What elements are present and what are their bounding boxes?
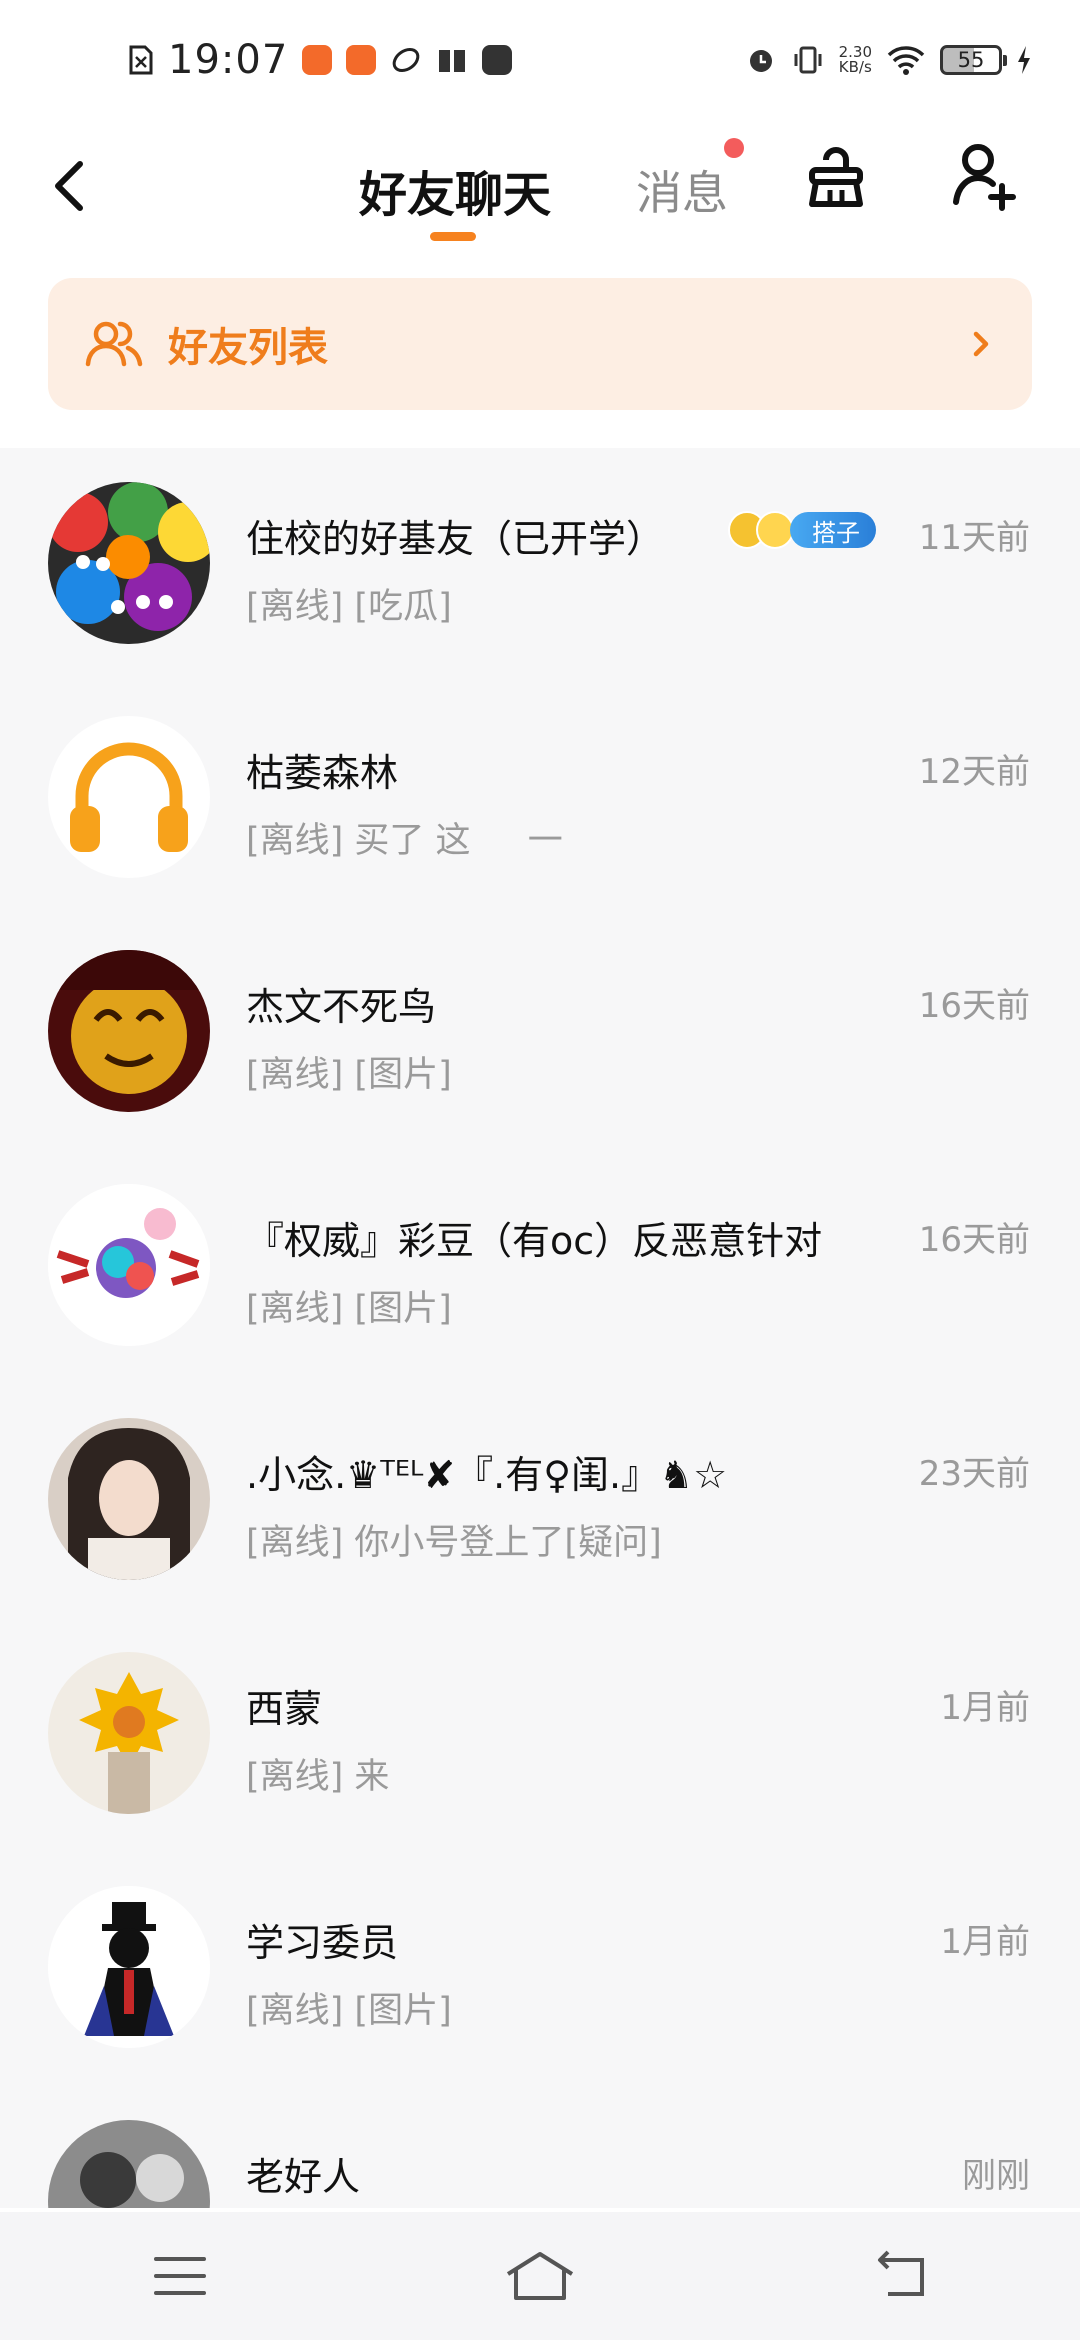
chat-item[interactable]: .小念.♛ᵀᴱᴸ✘『.有♀闺.』♞☆ 23天前 [离线] 你小号登上了[疑问] bbox=[0, 1384, 1080, 1618]
chat-time: 1月前 bbox=[940, 1922, 1030, 1962]
avatar bbox=[48, 1184, 210, 1346]
vivo-icon bbox=[482, 45, 513, 75]
avatar bbox=[48, 482, 210, 644]
recents-button[interactable] bbox=[140, 2236, 220, 2316]
headphones-icon bbox=[70, 742, 188, 852]
chat-preview: [离线] 来 bbox=[246, 1757, 390, 1797]
avatar bbox=[48, 1652, 210, 1814]
chat-time: 23天前 bbox=[918, 1454, 1030, 1494]
chat-name: 老好人 bbox=[246, 2155, 361, 2199]
network-speed: 2.30 KB/s bbox=[838, 43, 872, 76]
header: 好友聊天 消息 bbox=[0, 120, 1080, 270]
chat-time: 刚刚 bbox=[962, 2156, 1030, 2196]
back-nav-button[interactable] bbox=[860, 2236, 940, 2316]
chat-preview: [离线] 你小号登上了[疑问] bbox=[246, 1523, 662, 1563]
clear-unread-button[interactable] bbox=[796, 138, 876, 218]
book-icon bbox=[439, 50, 466, 72]
chat-name: 学习委员 bbox=[246, 1921, 399, 1965]
friend-list-entry[interactable]: 好友列表 bbox=[48, 278, 1032, 410]
status-bar: 19:07 2.30 KB/s 55 bbox=[0, 0, 1080, 120]
chat-name: 杰文不死鸟 bbox=[246, 985, 437, 1029]
clock: 19:07 bbox=[168, 37, 289, 83]
chat-item[interactable]: 『权威』彩豆（有oc）反恶意针对 16天前 [离线] [图片] bbox=[0, 1150, 1080, 1384]
chat-name: 住校的好基友（已开学） bbox=[246, 517, 665, 561]
avatar bbox=[48, 1418, 210, 1580]
home-icon bbox=[506, 2252, 574, 2300]
active-tab-indicator bbox=[430, 232, 476, 241]
chat-list: 住校的好基友（已开学） 搭子 11天前 [离线] [吃瓜] 枯萎森林 12天前 … bbox=[0, 448, 1080, 2208]
app-notification-icon bbox=[302, 45, 333, 75]
friends-icon bbox=[85, 321, 143, 367]
chevron-left-icon bbox=[55, 161, 83, 211]
tab-messages[interactable]: 消息 bbox=[622, 140, 742, 240]
avatar bbox=[48, 2120, 210, 2208]
tab-friend-chat[interactable]: 好友聊天 bbox=[355, 140, 555, 240]
chat-name: .小念.♛ᵀᴱᴸ✘『.有♀闺.』♞☆ bbox=[246, 1453, 728, 1497]
chat-time: 1月前 bbox=[940, 1688, 1030, 1728]
chat-item[interactable]: 学习委员 1月前 [离线] [图片] bbox=[0, 1852, 1080, 2086]
avatar bbox=[48, 716, 210, 878]
chat-item[interactable]: 杰文不死鸟 16天前 [离线] [图片] bbox=[0, 916, 1080, 1150]
avatar bbox=[48, 950, 210, 1112]
chat-item[interactable]: 西蒙 1月前 [离线] 来 bbox=[0, 1618, 1080, 1852]
chat-name: 枯萎森林 bbox=[246, 751, 399, 795]
sim-off-icon bbox=[129, 45, 153, 75]
back-arrow-icon bbox=[878, 2250, 924, 2296]
wifi-icon bbox=[887, 46, 925, 75]
chat-time: 11天前 bbox=[918, 518, 1030, 558]
add-user-icon bbox=[953, 144, 1016, 211]
chat-name: 西蒙 bbox=[246, 1687, 323, 1731]
friend-list-label: 好友列表 bbox=[168, 325, 328, 371]
chat-preview: [离线] 买了 这 一 bbox=[246, 821, 563, 861]
emoji-icon bbox=[756, 511, 794, 549]
vibrate-icon bbox=[794, 46, 822, 74]
menu-icon bbox=[154, 2257, 206, 2295]
chat-item[interactable]: 枯萎森林 12天前 [离线] 买了 这 一 bbox=[0, 682, 1080, 916]
charging-icon bbox=[1018, 46, 1030, 74]
back-button[interactable] bbox=[44, 140, 104, 230]
chat-preview: [离线] [吃瓜] bbox=[246, 587, 452, 627]
chat-time: 16天前 bbox=[918, 986, 1030, 1026]
app-notification-icon bbox=[392, 48, 420, 72]
home-button[interactable] bbox=[500, 2236, 580, 2316]
avatar bbox=[48, 1886, 210, 2048]
relationship-tag: 搭子 bbox=[728, 510, 880, 550]
chat-name: 『权威』彩豆（有oc）反恶意针对 bbox=[246, 1219, 823, 1263]
chat-item[interactable]: 老好人 刚刚 bbox=[0, 2086, 1080, 2208]
alarm-icon bbox=[749, 50, 772, 72]
add-friend-button[interactable] bbox=[946, 136, 1026, 216]
chat-preview: [离线] [图片] bbox=[246, 1289, 452, 1329]
chat-time: 16天前 bbox=[918, 1220, 1030, 1260]
chat-item[interactable]: 住校的好基友（已开学） 搭子 11天前 [离线] [吃瓜] bbox=[0, 448, 1080, 682]
broom-icon bbox=[809, 147, 863, 207]
app-notification-icon bbox=[346, 45, 377, 75]
chat-time: 12天前 bbox=[918, 752, 1030, 792]
chat-preview: [离线] [图片] bbox=[246, 1055, 452, 1095]
chevron-right-icon bbox=[973, 331, 989, 357]
system-nav-bar bbox=[0, 2212, 1080, 2340]
battery-indicator: 55 bbox=[940, 45, 1007, 75]
unread-dot bbox=[724, 138, 744, 158]
chat-preview: [离线] [图片] bbox=[246, 1991, 452, 2031]
